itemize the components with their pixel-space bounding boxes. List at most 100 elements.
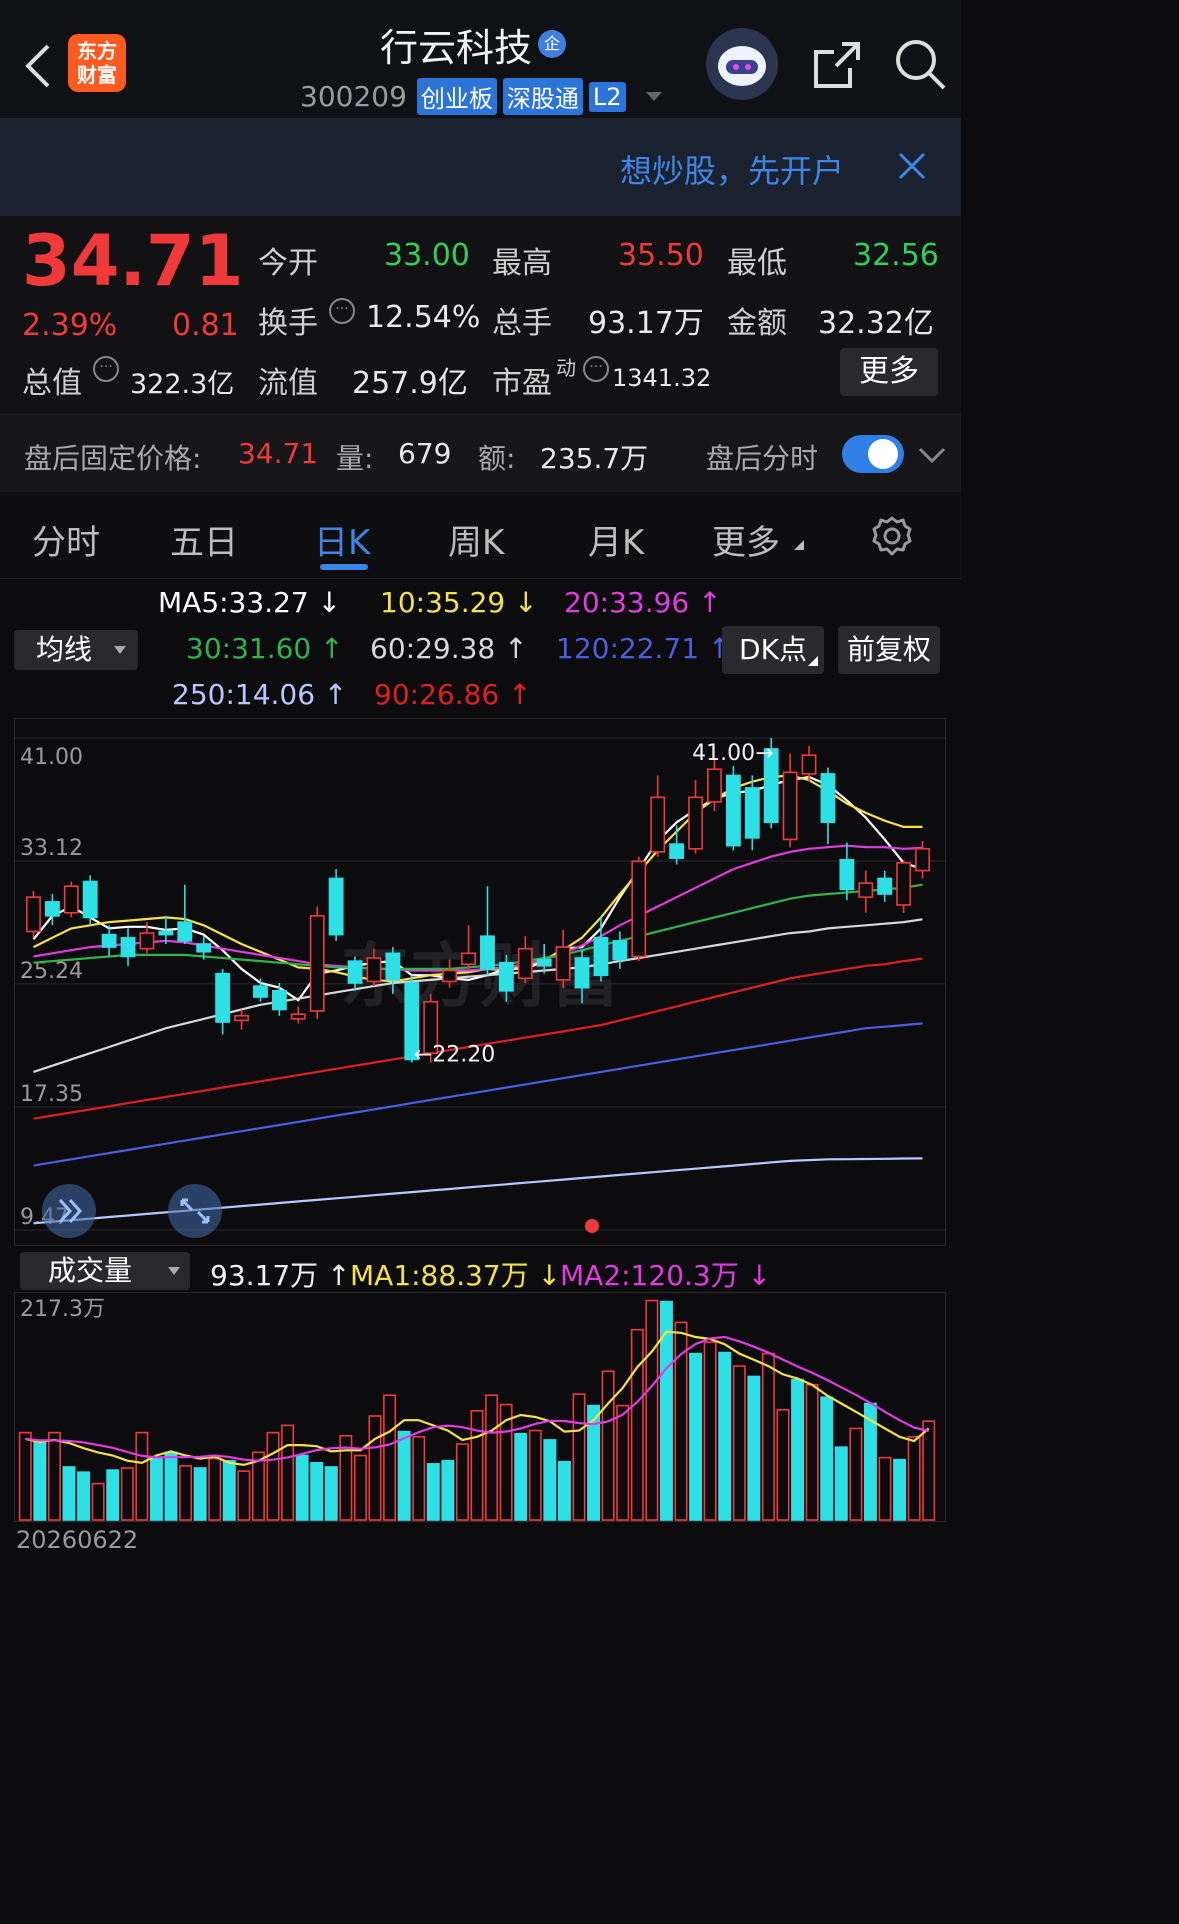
after-hours-label: 盘后固定价格: [24, 442, 202, 475]
tab-more[interactable]: 更多 [712, 515, 780, 564]
candle-body [328, 877, 344, 936]
volume-ma1-legend: MA1:88.37万 ↓ [350, 1259, 562, 1292]
volume-bar [630, 1328, 644, 1521]
volume-bar [820, 1396, 834, 1521]
candle-body [896, 862, 912, 906]
robot-avatar[interactable] [706, 28, 778, 100]
more-button[interactable]: 更多 [840, 348, 938, 396]
chevron-down-icon[interactable] [918, 445, 946, 465]
tab-five-day[interactable]: 五日 [170, 515, 238, 564]
volume-bar [397, 1430, 411, 1521]
volume-bar [266, 1431, 280, 1521]
volume-bar [543, 1439, 557, 1521]
account-banner[interactable]: 想炒股，先开户 [0, 118, 961, 216]
expand-sidebar-button[interactable] [42, 1184, 96, 1238]
pe-label: 市盈 [492, 366, 552, 401]
after-hours-amount: 235.7万 [540, 442, 649, 475]
candle-body [744, 787, 760, 839]
after-hours-price: 34.71 [238, 437, 319, 470]
volume-bar [383, 1394, 397, 1521]
candle-body [196, 943, 212, 953]
volume-bar [572, 1393, 586, 1521]
volume-bar [324, 1466, 338, 1521]
tab-monthly-k[interactable]: 月K [588, 515, 644, 564]
after-hours-toggle-label: 盘后分时 [706, 442, 819, 475]
price-annotation: ←22.20 [414, 1042, 495, 1067]
open-value: 33.00 [384, 238, 470, 273]
ma250-legend: 250:14.06 ↑ [172, 678, 348, 711]
volume-bar [601, 1370, 615, 1521]
candle-body [498, 961, 514, 992]
app-logo[interactable]: 东方财富 [68, 34, 126, 92]
volume-bar [18, 1431, 32, 1521]
volume-bar [776, 1408, 790, 1521]
candle-body [650, 796, 666, 853]
float-value-label: 流值 [258, 366, 318, 401]
chevron-down-icon[interactable] [645, 92, 662, 101]
active-tab-indicator [320, 564, 368, 570]
candle-body [139, 932, 155, 950]
volume-bar [237, 1470, 251, 1521]
volume-bar [281, 1424, 295, 1521]
volume-bar [179, 1465, 193, 1521]
volume-bar [295, 1454, 309, 1521]
candle-body [555, 946, 571, 981]
turnover-value: 12.54% [366, 300, 481, 335]
tab-daily-k[interactable]: 日K [314, 515, 370, 564]
close-icon[interactable] [896, 150, 928, 182]
volume-bar [353, 1454, 367, 1521]
ma120-legend: 120:22.71 ↑ [556, 632, 732, 665]
open-label: 今开 [258, 246, 318, 281]
volume-ma2-legend: MA2:120.3万 ↓ [560, 1259, 772, 1292]
candle-body [820, 773, 836, 824]
share-icon[interactable] [812, 40, 862, 90]
pe-superscript: 动 [556, 356, 576, 380]
volume-bar [222, 1459, 236, 1521]
gear-icon[interactable] [870, 514, 914, 558]
after-hours-toggle[interactable] [842, 435, 904, 473]
float-value: 257.9亿 [352, 366, 468, 401]
indicator-select[interactable]: 成交量 [20, 1252, 190, 1290]
candle-body [536, 958, 552, 967]
info-icon[interactable]: ··· [329, 298, 355, 324]
volume-bar [922, 1420, 936, 1521]
candle-body [347, 960, 363, 984]
volume-bar [149, 1456, 163, 1521]
level2-tag: L2 [588, 81, 626, 112]
volume-bar [805, 1383, 819, 1521]
candle-body [480, 935, 495, 970]
ma5-legend: MA5:33.27 ↓ [158, 586, 342, 619]
info-icon[interactable]: ··· [93, 356, 119, 382]
fullscreen-button[interactable] [168, 1184, 222, 1238]
volume-bar [659, 1300, 673, 1521]
adjust-mode-button[interactable]: 前复权 [838, 626, 940, 674]
candle-body [631, 860, 647, 958]
candle-body [801, 754, 817, 775]
volume-bar [645, 1299, 659, 1521]
last-price: 34.71 [22, 220, 244, 302]
volume-bar [616, 1404, 630, 1521]
stock-code: 300209 [300, 80, 407, 113]
volume-bar [120, 1467, 134, 1521]
quote-panel: 34.71 2.39% 0.81 今开 33.00 最高 35.50 最低 32… [0, 216, 961, 414]
connect-tag: 深股通 [502, 78, 583, 115]
tab-weekly-k[interactable]: 周K [448, 515, 504, 564]
candle-body [915, 847, 930, 872]
y-tick-label: 41.00 [20, 745, 83, 770]
candlestick-chart[interactable]: 东方财富41.0033.1225.2417.359.4741.00→←22.20 [14, 718, 946, 1246]
candle-body [63, 885, 79, 914]
search-icon[interactable] [894, 38, 946, 90]
stock-code-row: 300209 创业板 深股通 L2 [300, 78, 662, 115]
tab-intraday[interactable]: 分时 [32, 515, 100, 564]
stock-name: 行云科技 [380, 25, 533, 70]
volume-bar [470, 1409, 484, 1521]
back-icon[interactable] [20, 40, 56, 92]
ma-type-select[interactable]: 均线 [14, 630, 138, 670]
after-hours-volume-label: 量: [336, 442, 374, 475]
candle-body [461, 952, 476, 966]
volume-bar [193, 1467, 207, 1521]
dk-point-button[interactable]: DK点 [722, 626, 824, 674]
candle-body [82, 880, 98, 919]
volume-chart[interactable]: 217.3万 [14, 1292, 946, 1522]
info-icon[interactable]: ··· [583, 356, 609, 382]
